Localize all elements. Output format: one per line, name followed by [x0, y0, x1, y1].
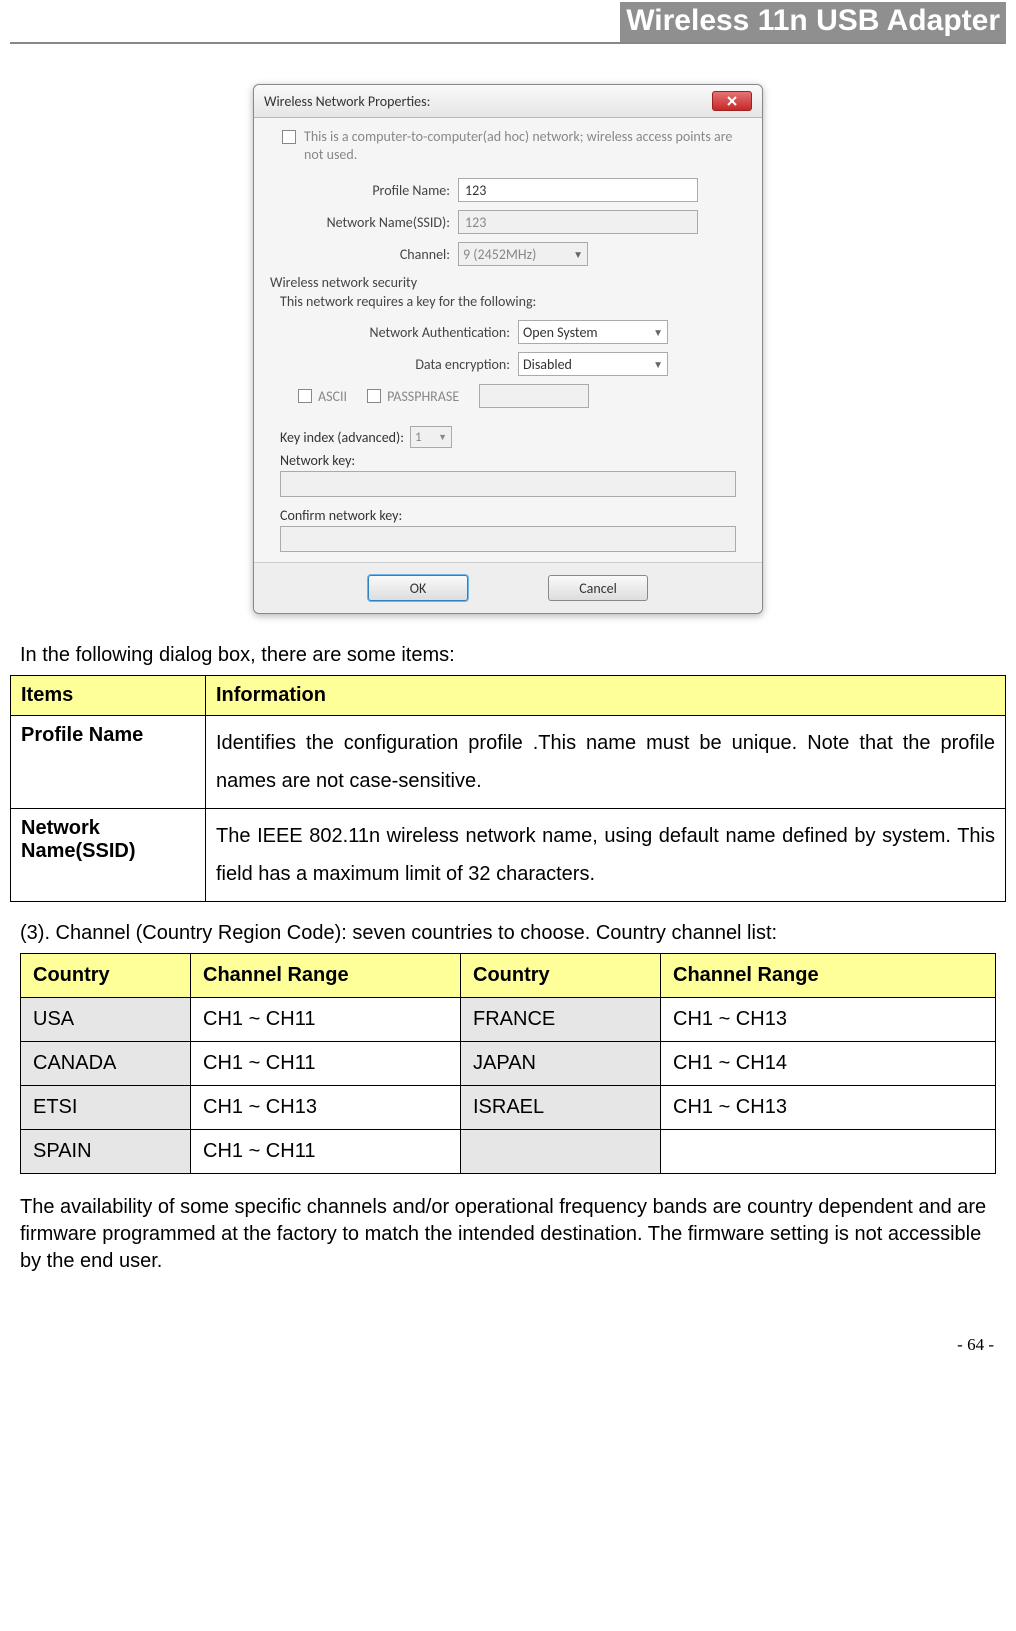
chevron-down-icon: ▼ — [573, 248, 583, 261]
encryption-select[interactable]: Disabled ▼ — [518, 352, 668, 376]
range-cell: CH1 ~ CH13 — [661, 998, 996, 1042]
chevron-down-icon: ▼ — [653, 326, 663, 339]
range-cell: CH1 ~ CH11 — [191, 1130, 461, 1174]
channel-intro: (3). Channel (Country Region Code): seve… — [20, 922, 996, 945]
table-row: CANADA CH1 ~ CH11 JAPAN CH1 ~ CH14 — [21, 1042, 996, 1086]
range-cell: CH1 ~ CH14 — [661, 1042, 996, 1086]
security-section-header: Wireless network security — [270, 274, 748, 291]
range-cell — [661, 1130, 996, 1174]
table-row: USA CH1 ~ CH11 FRANCE CH1 ~ CH13 — [21, 998, 996, 1042]
chevron-down-icon: ▼ — [438, 432, 447, 443]
dialog-title-text: Wireless Network Properties: — [264, 93, 430, 110]
intro-text: In the following dialog box, there are s… — [20, 644, 996, 667]
country-cell: ETSI — [21, 1086, 191, 1130]
table-row: Network Name(SSID) The IEEE 802.11n wire… — [11, 809, 1006, 902]
ascii-label: ASCII — [318, 388, 347, 405]
network-key-input[interactable] — [280, 471, 736, 497]
country-cell: SPAIN — [21, 1130, 191, 1174]
auth-select[interactable]: Open System ▼ — [518, 320, 668, 344]
wireless-properties-dialog: Wireless Network Properties: This is a c… — [253, 84, 763, 614]
table-row: Profile Name Identifies the configuratio… — [11, 716, 1006, 809]
auth-value: Open System — [523, 324, 598, 341]
range-cell: CH1 ~ CH13 — [191, 1086, 461, 1130]
item-info: Identifies the configuration profile .Th… — [206, 716, 1006, 809]
chevron-down-icon: ▼ — [653, 358, 663, 371]
ok-button[interactable]: OK — [368, 575, 468, 601]
range-cell: CH1 ~ CH11 — [191, 998, 461, 1042]
ascii-checkbox[interactable] — [298, 389, 312, 403]
dialog-titlebar: Wireless Network Properties: — [254, 85, 762, 118]
passphrase-label: PASSPHRASE — [387, 388, 459, 405]
country-cell: USA — [21, 998, 191, 1042]
encryption-value: Disabled — [523, 356, 572, 373]
range-cell: CH1 ~ CH11 — [191, 1042, 461, 1086]
country-cell: FRANCE — [461, 998, 661, 1042]
item-info: The IEEE 802.11n wireless network name, … — [206, 809, 1006, 902]
range-header: Channel Range — [191, 954, 461, 998]
channel-label: Channel: — [268, 246, 458, 263]
country-header: Country — [21, 954, 191, 998]
key-index-value: 1 — [415, 430, 422, 445]
country-cell: JAPAN — [461, 1042, 661, 1086]
channel-select[interactable]: 9 (2452MHz) ▼ — [458, 242, 588, 266]
cancel-button[interactable]: Cancel — [548, 575, 648, 601]
adhoc-label: This is a computer-to-computer(ad hoc) n… — [304, 128, 748, 164]
range-header: Channel Range — [661, 954, 996, 998]
close-button[interactable] — [712, 91, 752, 111]
page-header: Wireless 11n USB Adapter — [10, 0, 1006, 44]
table-row: SPAIN CH1 ~ CH11 — [21, 1130, 996, 1174]
items-table: Items Information Profile Name Identifie… — [10, 675, 1006, 902]
close-icon — [726, 95, 738, 107]
table-row: ETSI CH1 ~ CH13 ISRAEL CH1 ~ CH13 — [21, 1086, 996, 1130]
range-cell: CH1 ~ CH13 — [661, 1086, 996, 1130]
availability-note: The availability of some specific channe… — [20, 1194, 996, 1275]
country-header: Country — [461, 954, 661, 998]
page-number: - 64 - — [10, 1335, 994, 1355]
item-name: Network Name(SSID) — [11, 809, 206, 902]
ssid-label: Network Name(SSID): — [268, 214, 458, 231]
network-key-label: Network key: — [280, 452, 748, 469]
info-header: Information — [206, 676, 1006, 716]
channel-table: Country Channel Range Country Channel Ra… — [20, 953, 996, 1174]
ssid-input[interactable]: 123 — [458, 210, 698, 234]
confirm-key-label: Confirm network key: — [280, 507, 748, 524]
passphrase-input[interactable] — [479, 384, 589, 408]
adhoc-checkbox[interactable] — [282, 130, 296, 144]
item-name: Profile Name — [11, 716, 206, 809]
key-index-select[interactable]: 1 ▼ — [410, 426, 452, 448]
channel-value: 9 (2452MHz) — [463, 246, 536, 263]
key-index-label: Key index (advanced): — [280, 429, 404, 446]
country-cell: CANADA — [21, 1042, 191, 1086]
profile-name-input[interactable]: 123 — [458, 178, 698, 202]
country-cell: ISRAEL — [461, 1086, 661, 1130]
security-section-sub: This network requires a key for the foll… — [280, 293, 748, 310]
passphrase-checkbox[interactable] — [367, 389, 381, 403]
profile-name-label: Profile Name: — [268, 182, 458, 199]
country-cell — [461, 1130, 661, 1174]
items-header: Items — [11, 676, 206, 716]
confirm-key-input[interactable] — [280, 526, 736, 552]
auth-label: Network Authentication: — [308, 324, 518, 341]
page-title: Wireless 11n USB Adapter — [620, 2, 1006, 42]
encryption-label: Data encryption: — [308, 356, 518, 373]
